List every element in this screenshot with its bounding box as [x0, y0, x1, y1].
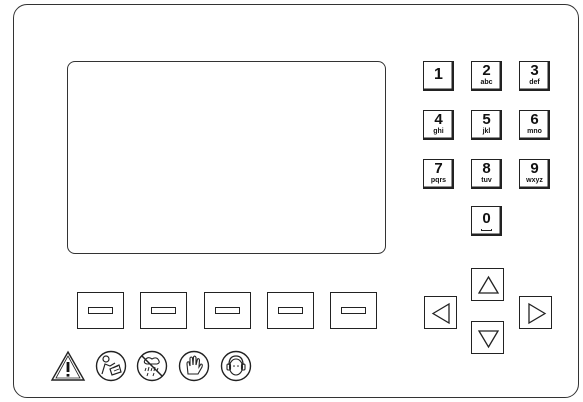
key-letters: wxyz — [526, 177, 543, 184]
key-digit: 0 — [482, 210, 491, 227]
softkey-1[interactable] — [77, 292, 124, 329]
warning-triangle-icon — [50, 350, 86, 381]
softkey-indicator — [88, 307, 113, 314]
key-digit: 6 — [530, 111, 539, 128]
softkey-indicator — [278, 307, 303, 314]
softkey-4[interactable] — [267, 292, 314, 329]
read-manual-icon — [95, 350, 127, 382]
key-underline — [481, 229, 492, 231]
key-digit: 7 — [434, 160, 443, 177]
wear-ear-protection-icon — [220, 350, 252, 382]
key-digit: 3 — [530, 62, 539, 79]
no-water-spray-icon — [136, 350, 168, 382]
softkey-indicator — [215, 307, 240, 314]
key-letters: jkl — [482, 128, 491, 135]
key-2[interactable]: 2 abc — [471, 61, 502, 91]
softkey-3[interactable] — [204, 292, 251, 329]
key-letters: tuv — [481, 177, 492, 184]
key-1[interactable]: 1 — [423, 61, 454, 91]
softkey-2[interactable] — [140, 292, 187, 329]
lcd-display — [67, 61, 386, 254]
arrow-left-icon — [431, 302, 450, 325]
key-letters: mno — [527, 128, 542, 135]
key-digit: 1 — [434, 66, 443, 83]
key-7[interactable]: 7 pqrs — [423, 159, 454, 189]
key-6[interactable]: 6 mno — [519, 110, 550, 140]
key-3[interactable]: 3 def — [519, 61, 550, 91]
key-letters: pqrs — [430, 177, 447, 184]
key-digit: 8 — [482, 160, 491, 177]
key-digit: 4 — [434, 111, 443, 128]
arrow-down-button[interactable] — [471, 321, 504, 354]
wear-gloves-icon — [178, 350, 210, 382]
softkey-5[interactable] — [330, 292, 377, 329]
arrow-down-icon — [477, 330, 500, 349]
key-9[interactable]: 9 wxyz — [519, 159, 550, 189]
key-digit: 5 — [482, 111, 491, 128]
arrow-right-icon — [528, 302, 547, 325]
key-4[interactable]: 4 ghi — [423, 110, 454, 140]
key-letters: ghi — [433, 128, 444, 135]
key-digit: 9 — [530, 160, 539, 177]
key-letters: def — [529, 79, 540, 86]
arrow-up-button[interactable] — [471, 268, 504, 301]
key-8[interactable]: 8 tuv — [471, 159, 502, 189]
key-5[interactable]: 5 jkl — [471, 110, 502, 140]
arrow-up-icon — [477, 275, 500, 294]
softkey-indicator — [151, 307, 176, 314]
key-0[interactable]: 0 — [471, 206, 502, 236]
arrow-right-button[interactable] — [519, 296, 552, 329]
arrow-left-button[interactable] — [424, 296, 457, 329]
key-letters: abc — [480, 79, 493, 86]
key-digit: 2 — [482, 62, 491, 79]
softkey-indicator — [341, 307, 366, 314]
